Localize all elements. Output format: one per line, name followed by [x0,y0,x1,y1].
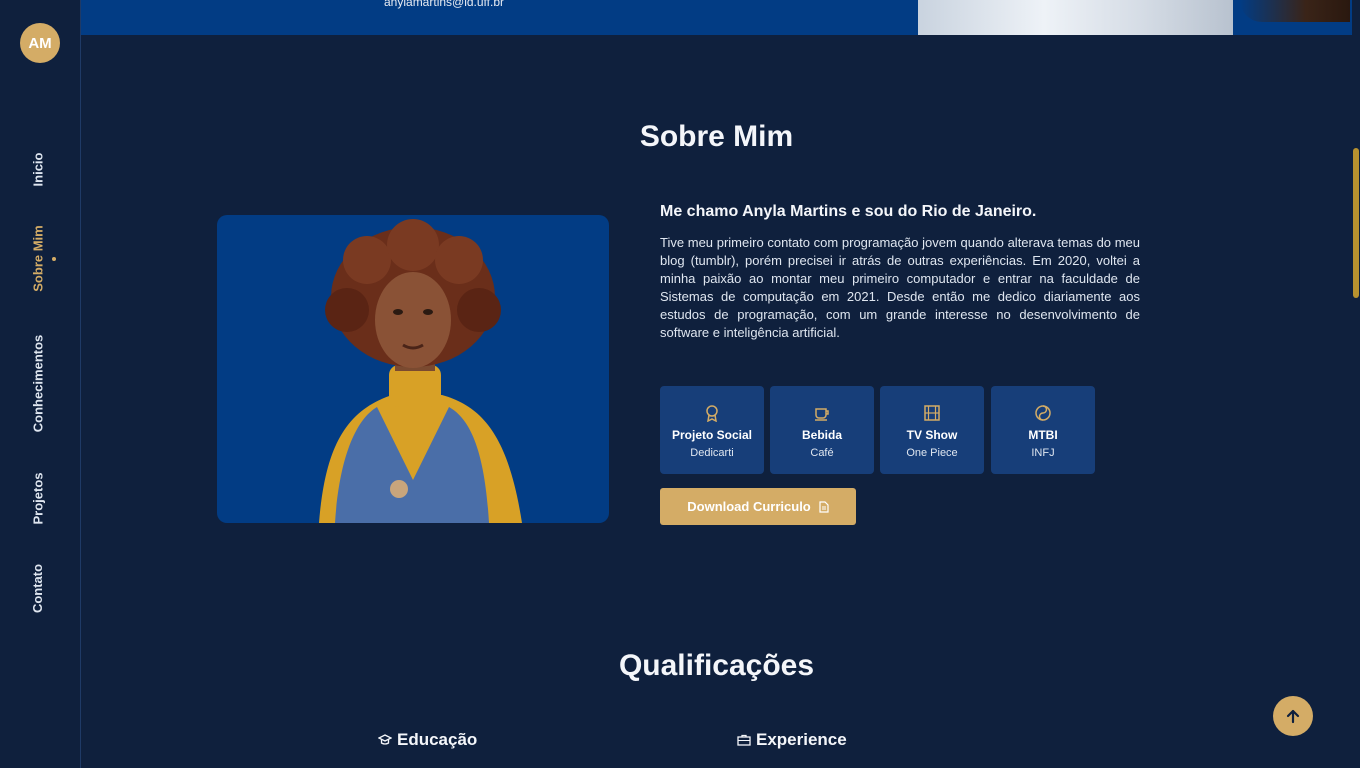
briefcase-icon [737,734,751,746]
tab-label: Experience [756,730,847,749]
info-card-bebida: Bebida Café [770,386,874,474]
scroll-to-top-button[interactable] [1273,696,1313,736]
info-card-value: Dedicarti [690,447,734,459]
info-card-tv-show: TV Show One Piece [880,386,984,474]
nav-item-label: Conhecimentos [30,334,46,432]
nav-item-label: Inicio [30,152,46,186]
nav-item-projetos[interactable]: Projetos [28,470,48,526]
about-section-title: Sobre Mim [639,120,794,153]
document-icon [819,500,829,513]
scrollbar-thumb[interactable] [1353,148,1359,298]
hero-photo-detail [1240,0,1350,22]
info-card-mtbi: MTBI INFJ [991,386,1095,474]
nav-item-conhecimentos[interactable]: Conhecimentos [28,330,48,436]
tab-label: Educação [397,730,478,749]
yin-yang-icon [1035,405,1051,421]
avatar-image [217,215,609,523]
nav-item-label: Sobre Mim [30,224,46,292]
nav-item-sobre-mim[interactable]: Sobre Mim [28,222,48,294]
info-card-title: Projeto Social [671,428,753,442]
sidebar: AM Inicio Sobre Mim Conhecimentos Projet… [0,0,81,768]
about-heading: Me chamo Anyla Martins e sou do Rio de J… [660,203,1037,220]
graduation-cap-icon [378,734,392,745]
film-icon [924,405,940,421]
tab-educacao[interactable]: Educação [378,730,477,750]
info-card-value: Café [810,447,834,459]
download-cv-button[interactable]: Download Curriculo [660,488,856,525]
info-card-title: TV Show [906,428,958,442]
info-card-value: One Piece [906,447,958,459]
download-cv-label: Download Curriculo [687,499,811,514]
page-scrollbar[interactable] [1352,0,1360,768]
nav-item-label: Contato [30,563,46,613]
hero-photo [918,0,1233,35]
info-card-projeto-social: Projeto Social Dedicarti [660,386,764,474]
info-card-title: Bebida [801,428,842,442]
header-email[interactable]: anylamartins@id.uff.br [384,0,504,9]
nav-item-contato[interactable]: Contato [28,560,48,616]
qualifications-section-title: Qualificações [618,649,815,682]
arrow-up-icon [1286,709,1300,724]
active-nav-indicator [52,257,56,261]
nav-item-label: Projetos [30,471,46,525]
tab-experience[interactable]: Experience [737,730,847,750]
coffee-icon [815,408,829,421]
about-description: Tive meu primeiro contato com programaçã… [660,235,1140,340]
logo-badge[interactable]: AM [20,23,60,63]
nav-item-inicio[interactable]: Inicio [28,150,48,188]
award-icon [706,405,718,422]
info-card-value: INFJ [1031,447,1055,459]
info-card-title: MTBI [1028,428,1058,442]
